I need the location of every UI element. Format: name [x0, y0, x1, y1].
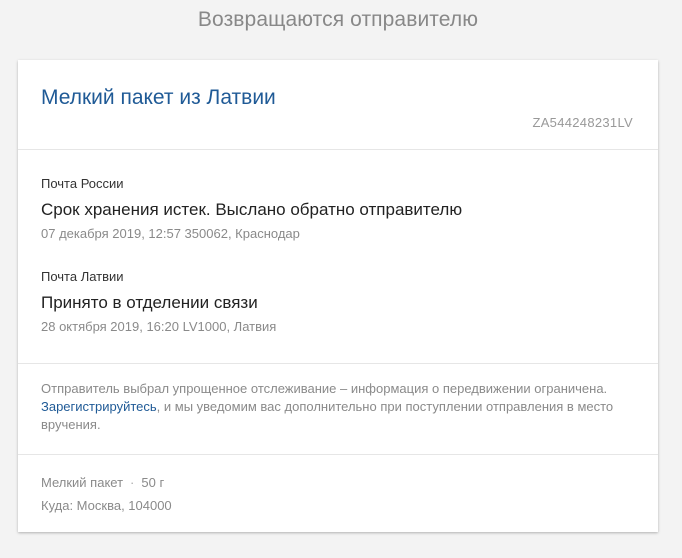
event-status: Срок хранения истек. Выслано обратно отп… — [41, 200, 463, 219]
parcel-weight: 50 г — [141, 475, 165, 490]
page-heading: Возвращаются отправителю — [197, 8, 479, 31]
notice-text-before: Отправитель выбрал упрощенное отслеживан… — [41, 381, 608, 396]
card-header: Мелкий пакет из Латвии ZA544248231LV — [18, 60, 658, 150]
event-carrier: Почта России — [41, 176, 124, 191]
parcel-details: Мелкий пакет · 50 г Куда: Москва, 104000 — [18, 455, 658, 532]
details-separator: · — [130, 475, 135, 490]
event-date-location: 07 декабря 2019, 12:57 350062, Краснодар — [41, 226, 300, 241]
tracking-events: Почта России Срок хранения истек. Выслан… — [18, 150, 658, 364]
tracking-notice: Отправитель выбрал упрощенное отслеживан… — [18, 364, 658, 455]
event-date-location: 28 октября 2019, 16:20 LV1000, Латвия — [41, 319, 277, 334]
tracking-event: Почта Латвии Принято в отделении связи 2… — [41, 269, 631, 335]
tracking-card: Мелкий пакет из Латвии ZA544248231LV Поч… — [18, 60, 658, 532]
parcel-title: Мелкий пакет из Латвии — [41, 86, 276, 109]
notice-text: Отправитель выбрал упрощенное отслеживан… — [41, 380, 626, 434]
parcel-type: Мелкий пакет — [41, 475, 124, 490]
event-status: Принято в отделении связи — [41, 293, 258, 312]
track-number: ZA544248231LV — [532, 115, 633, 130]
parcel-destination: Куда: Москва, 104000 — [41, 498, 172, 513]
parcel-type-weight: Мелкий пакет · 50 г — [41, 475, 164, 490]
register-link[interactable]: Зарегистрируйтесь — [41, 399, 157, 414]
tracking-event: Почта России Срок хранения истек. Выслан… — [41, 176, 631, 242]
event-carrier: Почта Латвии — [41, 269, 124, 284]
